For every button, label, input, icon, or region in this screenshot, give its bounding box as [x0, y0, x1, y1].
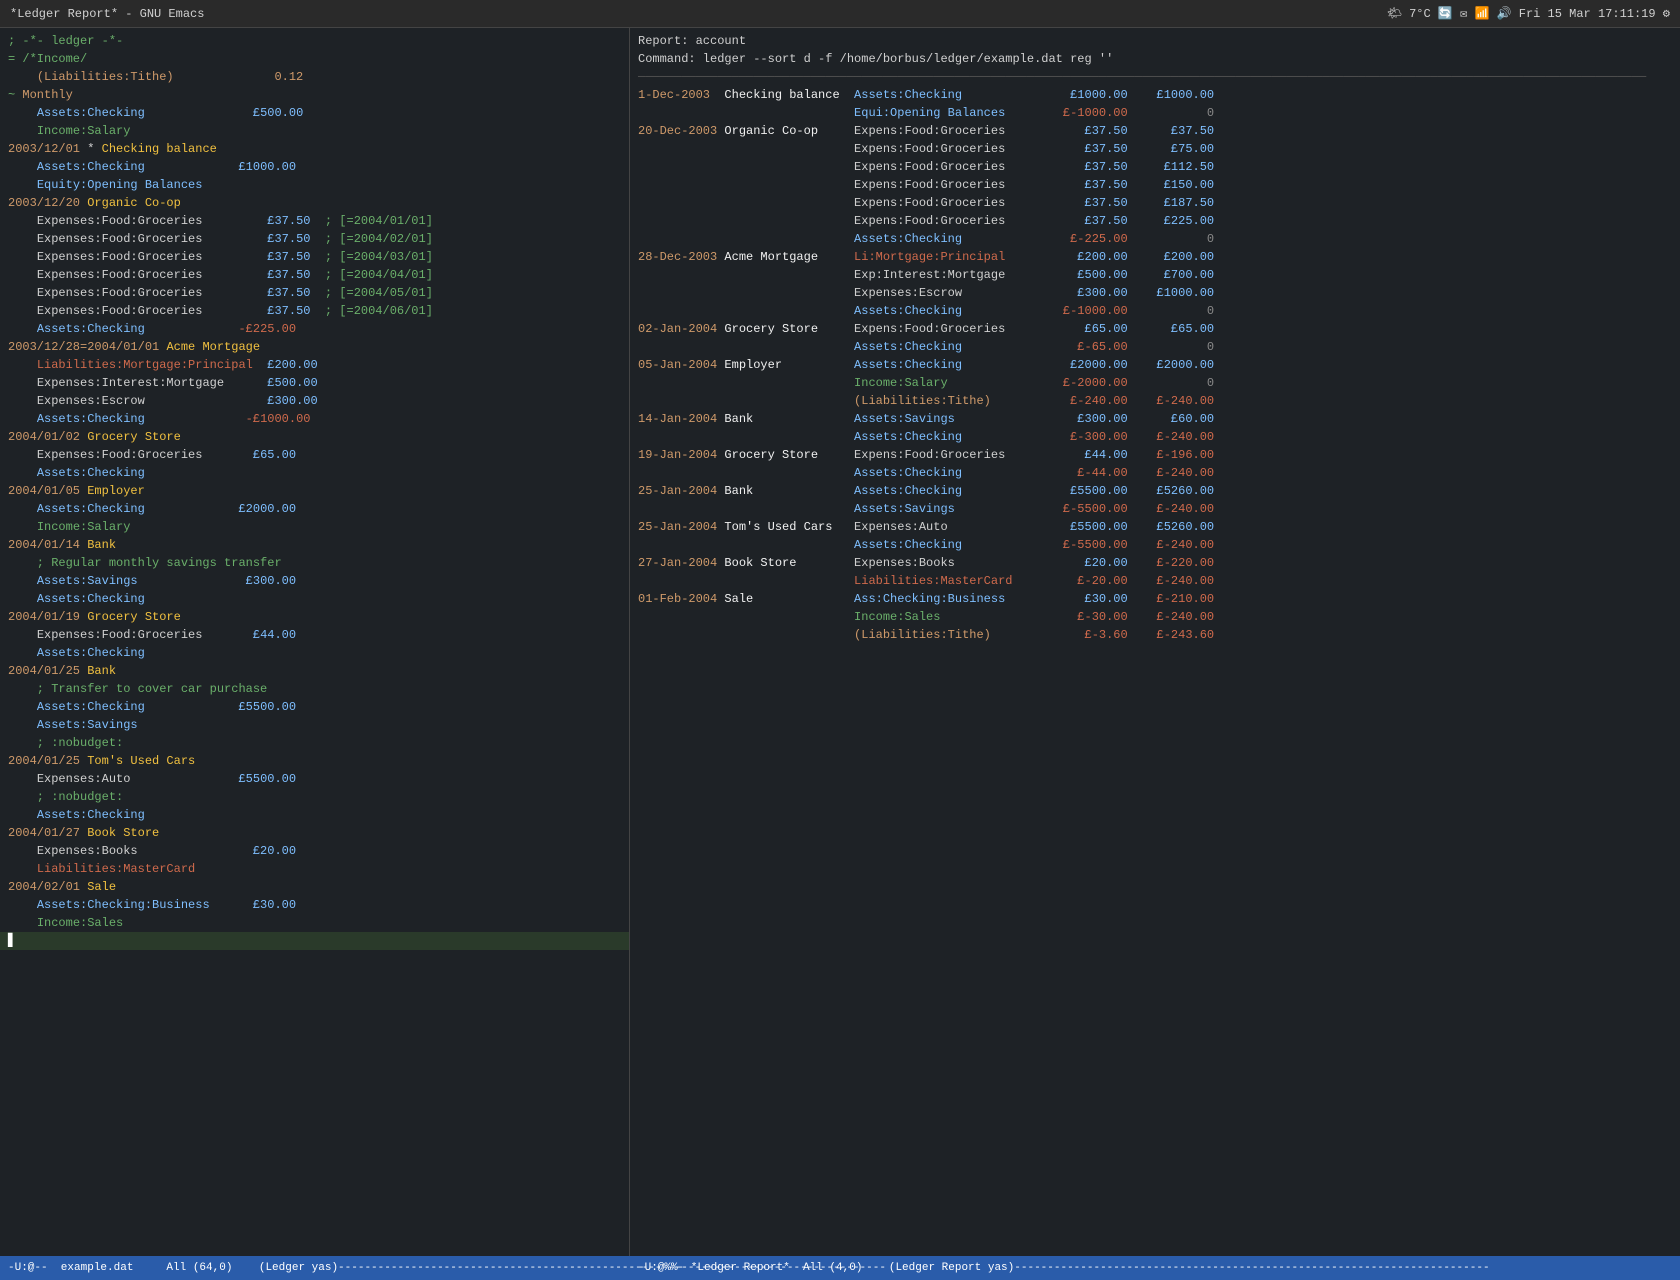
right-pane-entry: Assets:Checking £-300.00 £-240.00 [630, 428, 1680, 446]
left-pane-line: Assets:Checking -£225.00 [0, 320, 629, 338]
left-pane-line: Assets:Checking £2000.00 [0, 500, 629, 518]
status-right: -U:@%%- *Ledger Report* All (4,0) (Ledge… [630, 1262, 1680, 1274]
right-pane-entry: 19-Jan-2004 Grocery Store Expens:Food:Gr… [630, 446, 1680, 464]
right-pane-entry: 02-Jan-2004 Grocery Store Expens:Food:Gr… [630, 320, 1680, 338]
left-pane-line: Expenses:Food:Groceries £65.00 [0, 446, 629, 464]
left-pane-line: Expenses:Food:Groceries £37.50 ; [=2004/… [0, 230, 629, 248]
right-pane-separator: ────────────────────────────────────────… [630, 68, 1680, 86]
right-pane-entry: 20-Dec-2003 Organic Co-op Expens:Food:Gr… [630, 122, 1680, 140]
right-pane-entry: Income:Sales £-30.00 £-240.00 [630, 608, 1680, 626]
left-pane-line: 2003/12/20 Organic Co-op [0, 194, 629, 212]
left-pane-line: Expenses:Books £20.00 [0, 842, 629, 860]
right-pane-entry: Exp:Interest:Mortgage £500.00 £700.00 [630, 266, 1680, 284]
right-pane-entry: Expens:Food:Groceries £37.50 £112.50 [630, 158, 1680, 176]
left-pane-line: Income:Salary [0, 122, 629, 140]
left-pane-line: 2004/01/02 Grocery Store [0, 428, 629, 446]
left-pane-line: Expenses:Food:Groceries £37.50 ; [=2004/… [0, 212, 629, 230]
left-pane-line: ; :nobudget: [0, 788, 629, 806]
left-pane-line: = /*Income/ [0, 50, 629, 68]
left-pane-line: 2004/01/27 Book Store [0, 824, 629, 842]
right-pane-entry: Assets:Checking £-44.00 £-240.00 [630, 464, 1680, 482]
right-pane-entry: 05-Jan-2004 Employer Assets:Checking £20… [630, 356, 1680, 374]
right-pane-entry: 25-Jan-2004 Tom's Used Cars Expenses:Aut… [630, 518, 1680, 536]
title-bar-right: 🌤 7°C 🔄 ✉ 📶 🔊 Fri 15 Mar 17:11:19 ⚙ [1387, 6, 1670, 21]
left-pane-line: 2003/12/28=2004/01/01 Acme Mortgage [0, 338, 629, 356]
left-pane-line: Income:Sales [0, 914, 629, 932]
status-bar: -U:@-- example.dat All (64,0) (Ledger ya… [0, 1256, 1680, 1280]
right-pane-line: Command: ledger --sort d -f /home/borbus… [630, 50, 1680, 68]
left-pane-line: Expenses:Escrow £300.00 [0, 392, 629, 410]
left-pane-line: Assets:Savings [0, 716, 629, 734]
left-pane-line: Expenses:Auto £5500.00 [0, 770, 629, 788]
right-pane-entry: Assets:Checking £-1000.00 0 [630, 302, 1680, 320]
left-pane-line: 2004/01/14 Bank [0, 536, 629, 554]
left-pane-line: Income:Salary [0, 518, 629, 536]
right-pane-entry: (Liabilities:Tithe) £-3.60 £-243.60 [630, 626, 1680, 644]
left-pane[interactable]: ; -*- ledger -*-= /*Income/ (Liabilities… [0, 28, 630, 1256]
right-pane-entry: Equi:Opening Balances £-1000.00 0 [630, 104, 1680, 122]
left-pane-line: Assets:Checking [0, 806, 629, 824]
title-bar: *Ledger Report* - GNU Emacs 🌤 7°C 🔄 ✉ 📶 … [0, 0, 1680, 28]
left-pane-line: Liabilities:MasterCard [0, 860, 629, 878]
left-pane-line: (Liabilities:Tithe) 0.12 [0, 68, 629, 86]
left-pane-line: Assets:Checking [0, 464, 629, 482]
main-container: ; -*- ledger -*-= /*Income/ (Liabilities… [0, 28, 1680, 1256]
right-pane-entry: Assets:Savings £-5500.00 £-240.00 [630, 500, 1680, 518]
right-pane-entry: Assets:Checking £-5500.00 £-240.00 [630, 536, 1680, 554]
title-bar-title: *Ledger Report* - GNU Emacs [10, 7, 204, 21]
right-pane-line: Report: account [630, 32, 1680, 50]
left-pane-line: 2004/01/19 Grocery Store [0, 608, 629, 626]
left-pane-line: Assets:Savings £300.00 [0, 572, 629, 590]
right-pane-entry: (Liabilities:Tithe) £-240.00 £-240.00 [630, 392, 1680, 410]
right-pane-entry: 1-Dec-2003 Checking balance Assets:Check… [630, 86, 1680, 104]
left-pane-line: Expenses:Food:Groceries £37.50 ; [=2004/… [0, 302, 629, 320]
left-pane-line: Expenses:Food:Groceries £37.50 ; [=2004/… [0, 284, 629, 302]
left-pane-line: Expenses:Interest:Mortgage £500.00 [0, 374, 629, 392]
left-pane-line: Assets:Checking [0, 590, 629, 608]
right-pane-entry: Expenses:Escrow £300.00 £1000.00 [630, 284, 1680, 302]
left-pane-line: ; -*- ledger -*- [0, 32, 629, 50]
left-pane-line: ~ Monthly [0, 86, 629, 104]
left-pane-line: ▋ [0, 932, 629, 950]
left-pane-line: ; :nobudget: [0, 734, 629, 752]
left-pane-line: Assets:Checking:Business £30.00 [0, 896, 629, 914]
right-pane-entry: Liabilities:MasterCard £-20.00 £-240.00 [630, 572, 1680, 590]
right-pane-entry: Assets:Checking £-225.00 0 [630, 230, 1680, 248]
left-pane-line: 2004/01/25 Tom's Used Cars [0, 752, 629, 770]
right-pane[interactable]: Report: accountCommand: ledger --sort d … [630, 28, 1680, 1256]
right-pane-entry: 27-Jan-2004 Book Store Expenses:Books £2… [630, 554, 1680, 572]
left-pane-line: Liabilities:Mortgage:Principal £200.00 [0, 356, 629, 374]
left-pane-line: Assets:Checking -£1000.00 [0, 410, 629, 428]
right-pane-entry: Expens:Food:Groceries £37.50 £187.50 [630, 194, 1680, 212]
left-pane-line: Assets:Checking £1000.00 [0, 158, 629, 176]
left-pane-line: 2003/12/01 * Checking balance [0, 140, 629, 158]
left-pane-line: Expenses:Food:Groceries £44.00 [0, 626, 629, 644]
left-pane-line: Expenses:Food:Groceries £37.50 ; [=2004/… [0, 266, 629, 284]
left-pane-line: ; Regular monthly savings transfer [0, 554, 629, 572]
left-pane-line: Assets:Checking £5500.00 [0, 698, 629, 716]
right-pane-entry: 01-Feb-2004 Sale Ass:Checking:Business £… [630, 590, 1680, 608]
left-pane-line: ; Transfer to cover car purchase [0, 680, 629, 698]
right-pane-entry: 25-Jan-2004 Bank Assets:Checking £5500.0… [630, 482, 1680, 500]
left-pane-line: Assets:Checking [0, 644, 629, 662]
right-pane-entry: Expens:Food:Groceries £37.50 £150.00 [630, 176, 1680, 194]
left-pane-line: Equity:Opening Balances [0, 176, 629, 194]
right-pane-entry: Expens:Food:Groceries £37.50 £225.00 [630, 212, 1680, 230]
right-pane-entry: 14-Jan-2004 Bank Assets:Savings £300.00 … [630, 410, 1680, 428]
left-pane-line: Expenses:Food:Groceries £37.50 ; [=2004/… [0, 248, 629, 266]
right-pane-entry: Expens:Food:Groceries £37.50 £75.00 [630, 140, 1680, 158]
left-pane-line: 2004/01/25 Bank [0, 662, 629, 680]
left-pane-line: 2004/01/05 Employer [0, 482, 629, 500]
status-left: -U:@-- example.dat All (64,0) (Ledger ya… [0, 1262, 630, 1274]
right-pane-entry: 28-Dec-2003 Acme Mortgage Li:Mortgage:Pr… [630, 248, 1680, 266]
right-pane-entry: Income:Salary £-2000.00 0 [630, 374, 1680, 392]
left-pane-line: 2004/02/01 Sale [0, 878, 629, 896]
right-pane-entry: Assets:Checking £-65.00 0 [630, 338, 1680, 356]
left-pane-line: Assets:Checking £500.00 [0, 104, 629, 122]
